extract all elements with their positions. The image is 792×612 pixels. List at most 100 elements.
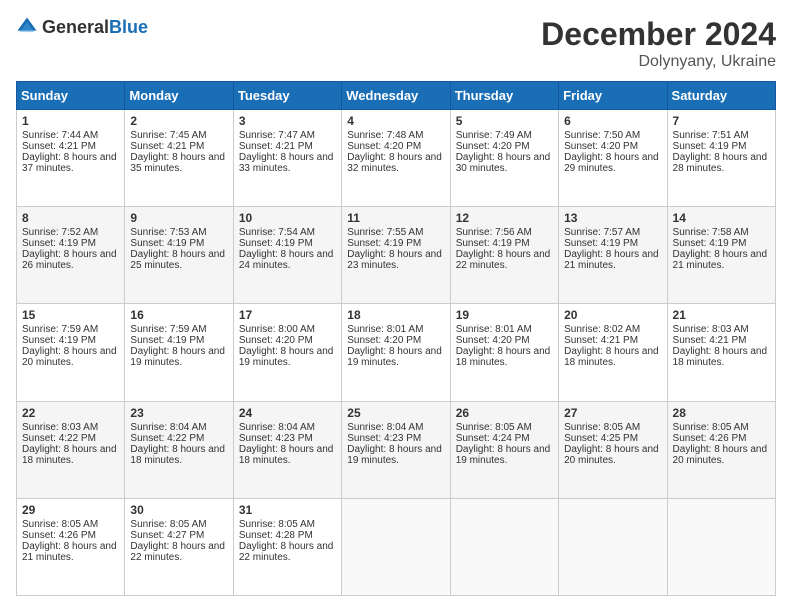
day-number: 7 (673, 114, 770, 128)
day-number: 23 (130, 406, 227, 420)
calendar-cell: 23 Sunrise: 8:04 AM Sunset: 4:22 PM Dayl… (125, 401, 233, 498)
daylight-label: Daylight: 8 hours and 24 minutes. (239, 249, 334, 271)
daylight-label: Daylight: 8 hours and 21 minutes. (22, 541, 117, 563)
sunrise-label: Sunrise: 8:03 AM (22, 422, 98, 433)
daylight-label: Daylight: 8 hours and 21 minutes. (564, 249, 659, 271)
sunrise-label: Sunrise: 7:53 AM (130, 227, 206, 238)
day-number: 21 (673, 308, 770, 322)
sunset-label: Sunset: 4:21 PM (564, 335, 638, 346)
col-thursday: Thursday (450, 82, 558, 110)
sunset-label: Sunset: 4:19 PM (456, 238, 530, 249)
sunset-label: Sunset: 4:20 PM (347, 141, 421, 152)
day-number: 30 (130, 503, 227, 517)
logo: GeneralBlue (16, 16, 148, 38)
location-title: Dolynyany, Ukraine (541, 53, 776, 71)
calendar-table: Sunday Monday Tuesday Wednesday Thursday… (16, 81, 776, 596)
sunrise-label: Sunrise: 8:01 AM (456, 324, 532, 335)
sunrise-label: Sunrise: 7:57 AM (564, 227, 640, 238)
daylight-label: Daylight: 8 hours and 22 minutes. (239, 541, 334, 563)
daylight-label: Daylight: 8 hours and 19 minutes. (130, 346, 225, 368)
day-number: 8 (22, 211, 119, 225)
sunset-label: Sunset: 4:23 PM (347, 433, 421, 444)
logo-icon (16, 16, 38, 38)
daylight-label: Daylight: 8 hours and 29 minutes. (564, 152, 659, 174)
daylight-label: Daylight: 8 hours and 18 minutes. (130, 444, 225, 466)
sunset-label: Sunset: 4:20 PM (456, 141, 530, 152)
calendar-cell: 11 Sunrise: 7:55 AM Sunset: 4:19 PM Dayl… (342, 207, 450, 304)
day-number: 22 (22, 406, 119, 420)
calendar-cell: 14 Sunrise: 7:58 AM Sunset: 4:19 PM Dayl… (667, 207, 775, 304)
daylight-label: Daylight: 8 hours and 20 minutes. (22, 346, 117, 368)
sunrise-label: Sunrise: 8:05 AM (673, 422, 749, 433)
logo-general: General (42, 17, 109, 37)
day-number: 5 (456, 114, 553, 128)
calendar-cell: 7 Sunrise: 7:51 AM Sunset: 4:19 PM Dayli… (667, 110, 775, 207)
calendar-cell: 22 Sunrise: 8:03 AM Sunset: 4:22 PM Dayl… (17, 401, 125, 498)
header: GeneralBlue December 2024 Dolynyany, Ukr… (16, 16, 776, 71)
sunrise-label: Sunrise: 7:44 AM (22, 130, 98, 141)
sunset-label: Sunset: 4:19 PM (130, 335, 204, 346)
day-number: 20 (564, 308, 661, 322)
sunset-label: Sunset: 4:19 PM (673, 238, 747, 249)
daylight-label: Daylight: 8 hours and 26 minutes. (22, 249, 117, 271)
col-monday: Monday (125, 82, 233, 110)
sunset-label: Sunset: 4:19 PM (239, 238, 313, 249)
sunrise-label: Sunrise: 7:50 AM (564, 130, 640, 141)
day-number: 25 (347, 406, 444, 420)
calendar-cell: 19 Sunrise: 8:01 AM Sunset: 4:20 PM Dayl… (450, 304, 558, 401)
title-section: December 2024 Dolynyany, Ukraine (541, 16, 776, 71)
sunset-label: Sunset: 4:27 PM (130, 530, 204, 541)
day-number: 11 (347, 211, 444, 225)
daylight-label: Daylight: 8 hours and 37 minutes. (22, 152, 117, 174)
calendar-cell: 28 Sunrise: 8:05 AM Sunset: 4:26 PM Dayl… (667, 401, 775, 498)
sunset-label: Sunset: 4:20 PM (564, 141, 638, 152)
day-number: 16 (130, 308, 227, 322)
calendar-cell: 31 Sunrise: 8:05 AM Sunset: 4:28 PM Dayl… (233, 498, 341, 595)
sunrise-label: Sunrise: 8:05 AM (239, 519, 315, 530)
sunrise-label: Sunrise: 8:04 AM (239, 422, 315, 433)
calendar-cell: 13 Sunrise: 7:57 AM Sunset: 4:19 PM Dayl… (559, 207, 667, 304)
daylight-label: Daylight: 8 hours and 18 minutes. (673, 346, 768, 368)
calendar-cell: 20 Sunrise: 8:02 AM Sunset: 4:21 PM Dayl… (559, 304, 667, 401)
sunset-label: Sunset: 4:19 PM (130, 238, 204, 249)
calendar-week-row-3: 15 Sunrise: 7:59 AM Sunset: 4:19 PM Dayl… (17, 304, 776, 401)
sunrise-label: Sunrise: 7:59 AM (22, 324, 98, 335)
sunrise-label: Sunrise: 8:05 AM (456, 422, 532, 433)
day-number: 12 (456, 211, 553, 225)
sunset-label: Sunset: 4:19 PM (673, 141, 747, 152)
col-sunday: Sunday (17, 82, 125, 110)
daylight-label: Daylight: 8 hours and 20 minutes. (673, 444, 768, 466)
sunrise-label: Sunrise: 8:03 AM (673, 324, 749, 335)
col-friday: Friday (559, 82, 667, 110)
daylight-label: Daylight: 8 hours and 18 minutes. (239, 444, 334, 466)
day-number: 24 (239, 406, 336, 420)
daylight-label: Daylight: 8 hours and 28 minutes. (673, 152, 768, 174)
calendar-cell: 29 Sunrise: 8:05 AM Sunset: 4:26 PM Dayl… (17, 498, 125, 595)
day-number: 17 (239, 308, 336, 322)
sunrise-label: Sunrise: 8:00 AM (239, 324, 315, 335)
sunset-label: Sunset: 4:26 PM (673, 433, 747, 444)
sunrise-label: Sunrise: 7:48 AM (347, 130, 423, 141)
sunset-label: Sunset: 4:19 PM (22, 335, 96, 346)
calendar-cell: 1 Sunrise: 7:44 AM Sunset: 4:21 PM Dayli… (17, 110, 125, 207)
calendar-cell: 18 Sunrise: 8:01 AM Sunset: 4:20 PM Dayl… (342, 304, 450, 401)
calendar-cell: 24 Sunrise: 8:04 AM Sunset: 4:23 PM Dayl… (233, 401, 341, 498)
daylight-label: Daylight: 8 hours and 18 minutes. (564, 346, 659, 368)
daylight-label: Daylight: 8 hours and 35 minutes. (130, 152, 225, 174)
calendar-cell: 17 Sunrise: 8:00 AM Sunset: 4:20 PM Dayl… (233, 304, 341, 401)
sunrise-label: Sunrise: 7:52 AM (22, 227, 98, 238)
logo-blue: Blue (109, 17, 148, 37)
sunrise-label: Sunrise: 7:54 AM (239, 227, 315, 238)
sunrise-label: Sunrise: 7:56 AM (456, 227, 532, 238)
sunset-label: Sunset: 4:21 PM (239, 141, 313, 152)
day-number: 15 (22, 308, 119, 322)
sunrise-label: Sunrise: 7:58 AM (673, 227, 749, 238)
sunset-label: Sunset: 4:19 PM (564, 238, 638, 249)
calendar-cell: 3 Sunrise: 7:47 AM Sunset: 4:21 PM Dayli… (233, 110, 341, 207)
calendar-cell: 8 Sunrise: 7:52 AM Sunset: 4:19 PM Dayli… (17, 207, 125, 304)
calendar-cell (559, 498, 667, 595)
page: GeneralBlue December 2024 Dolynyany, Ukr… (0, 0, 792, 612)
daylight-label: Daylight: 8 hours and 18 minutes. (22, 444, 117, 466)
day-number: 27 (564, 406, 661, 420)
sunset-label: Sunset: 4:22 PM (130, 433, 204, 444)
